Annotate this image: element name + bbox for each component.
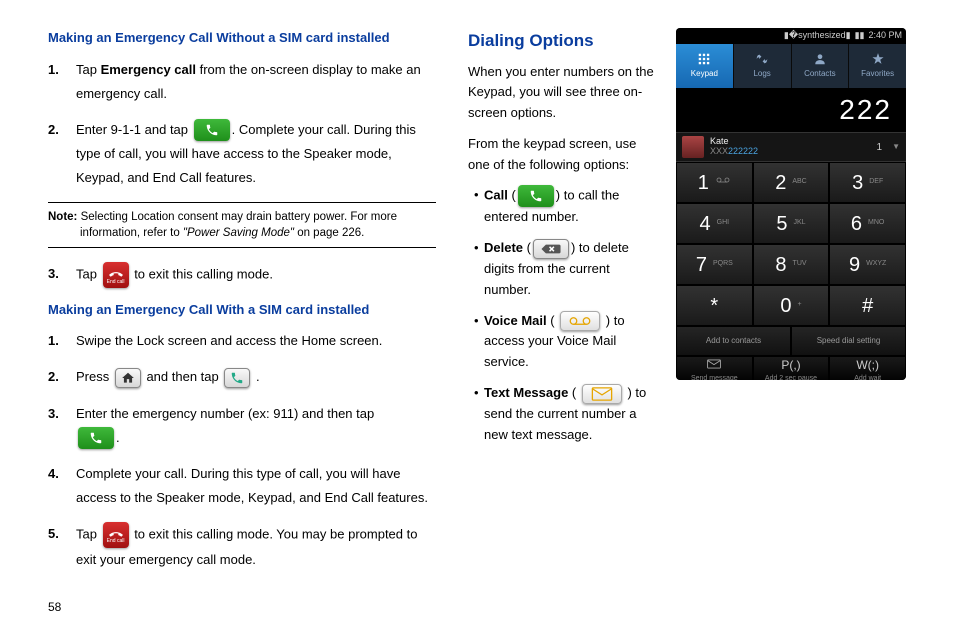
phone-app-icon <box>224 368 250 388</box>
tab-favorites[interactable]: Favorites <box>849 44 906 88</box>
key-2[interactable]: 2ABC <box>753 162 830 203</box>
bullet-text-message: Text Message ( ) to send the current num… <box>474 383 658 445</box>
call-icon <box>518 185 554 207</box>
s2-step-3: 3. Enter the emergency number (ex: 911) … <box>76 402 436 450</box>
status-bar: ▮�synthesized▮ ▮▮ 2:40 PM <box>676 28 906 44</box>
signal-icon: ▮�synthesized▮ <box>784 29 851 43</box>
phone-screenshot: ▮�synthesized▮ ▮▮ 2:40 PM Keypad Logs Co… <box>676 28 906 380</box>
dialing-para-1: When you enter numbers on the Keypad, yo… <box>468 62 658 124</box>
heading-emergency-no-sim: Making an Emergency Call Without a SIM c… <box>48 28 436 48</box>
delete-icon <box>533 239 569 259</box>
step-2: 2. Enter 9-1-1 and tap . Complete your c… <box>76 118 436 190</box>
voicemail-icon <box>560 311 600 331</box>
step-3: 3. Tap End call to exit this calling mod… <box>76 262 436 288</box>
home-icon <box>115 368 141 388</box>
key-#[interactable]: # <box>829 285 906 326</box>
keypad: 12ABC3DEF 4GHI5JKL6MNO 7PQRS8TUV9WXYZ *0+# <box>676 162 906 326</box>
right-column: Dialing Options When you enter numbers o… <box>468 28 906 584</box>
speed-dial-button[interactable]: Speed dial setting <box>791 326 906 356</box>
s2-step-5: 5. Tap End call to exit this calling mod… <box>76 522 436 572</box>
bullet-voicemail: Voice Mail ( ) to access your Voice Mail… <box>474 311 658 373</box>
end-call-icon: End call <box>103 262 129 288</box>
add-wait-button[interactable]: W(;)Add wait <box>829 356 906 380</box>
add-to-contacts-button[interactable]: Add to contacts <box>676 326 791 356</box>
call-icon <box>194 119 230 141</box>
note-block: Note: Selecting Location consent may dra… <box>48 202 436 248</box>
avatar <box>682 136 704 158</box>
end-call-icon: End call <box>103 522 129 548</box>
bullet-call: Call () to call the entered number. <box>474 185 658 228</box>
status-time: 2:40 PM <box>868 29 902 43</box>
key-0[interactable]: 0+ <box>753 285 830 326</box>
key-4[interactable]: 4GHI <box>676 203 753 244</box>
tab-contacts[interactable]: Contacts <box>792 44 850 88</box>
call-icon <box>78 427 114 449</box>
key-1[interactable]: 1 <box>676 162 753 203</box>
tab-logs[interactable]: Logs <box>734 44 792 88</box>
dialer-tabs: Keypad Logs Contacts Favorites <box>676 44 906 88</box>
contact-suggestion[interactable]: Kate XXX222222 1 ▼ <box>676 132 906 162</box>
page-number: 58 <box>48 598 61 616</box>
key-*[interactable]: * <box>676 285 753 326</box>
heading-emergency-with-sim: Making an Emergency Call With a SIM card… <box>48 300 436 320</box>
left-column: Making an Emergency Call Without a SIM c… <box>48 28 436 584</box>
dialing-para-2: From the keypad screen, use one of the f… <box>468 134 658 176</box>
number-display: 222 <box>676 88 906 132</box>
s2-step-1: 1.Swipe the Lock screen and access the H… <box>76 329 436 353</box>
key-9[interactable]: 9WXYZ <box>829 244 906 285</box>
s2-step-2: 2. Press and then tap . <box>76 365 436 389</box>
key-5[interactable]: 5JKL <box>753 203 830 244</box>
key-3[interactable]: 3DEF <box>829 162 906 203</box>
message-icon <box>582 384 622 404</box>
key-7[interactable]: 7PQRS <box>676 244 753 285</box>
chevron-down-icon[interactable]: ▼ <box>892 141 900 153</box>
key-8[interactable]: 8TUV <box>753 244 830 285</box>
add-pause-button[interactable]: P(,)Add 2 sec pause <box>753 356 830 380</box>
heading-dialing-options: Dialing Options <box>468 28 658 54</box>
key-6[interactable]: 6MNO <box>829 203 906 244</box>
bullet-delete: Delete () to delete digits from the curr… <box>474 238 658 300</box>
send-message-button[interactable]: Send message <box>676 356 753 380</box>
s2-step-4: 4.Complete your call. During this type o… <box>76 462 436 510</box>
tab-keypad[interactable]: Keypad <box>676 44 734 88</box>
battery-icon: ▮▮ <box>855 29 865 43</box>
step-1: 1. Tap Emergency call from the on-screen… <box>76 58 436 106</box>
